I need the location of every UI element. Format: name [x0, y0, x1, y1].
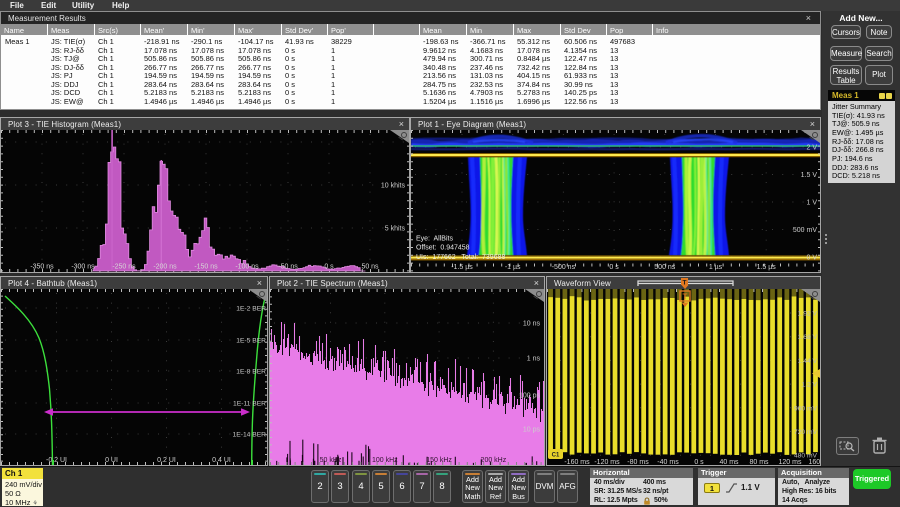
svg-text:1 V: 1 V [806, 200, 817, 207]
svg-text:-300 ns: -300 ns [71, 264, 95, 271]
svg-text:0 s: 0 s [609, 264, 619, 271]
svg-text:1.2 V: 1.2 V [801, 382, 817, 389]
svg-text:1E-11 BER: 1E-11 BER [233, 401, 266, 408]
svg-text:0.4 UI: 0.4 UI [212, 457, 231, 464]
svg-text:50 kHz: 50 kHz [320, 457, 342, 464]
svg-text:10 ns: 10 ns [523, 321, 541, 328]
svg-text:80 ms: 80 ms [749, 459, 769, 465]
svg-text:-200 ns: -200 ns [153, 264, 177, 271]
svg-text:-1.5 µs: -1.5 µs [451, 264, 473, 271]
svg-text:UIs: 177662 Total: 739688: UIs: 177662 Total: 739688 [416, 254, 505, 261]
svg-text:-1 µs: -1 µs [505, 264, 521, 271]
svg-text:720 mV: 720 mV [794, 429, 818, 436]
svg-text:150 kHz: 150 kHz [426, 457, 452, 464]
svg-text:500 ns: 500 ns [654, 264, 676, 271]
svg-text:0 s: 0 s [324, 264, 334, 271]
svg-text:-160 ms: -160 ms [564, 459, 590, 465]
svg-text:-500 ns: -500 ns [552, 264, 576, 271]
svg-text:0 s: 0 s [694, 459, 704, 465]
svg-text:1.44 V: 1.44 V [798, 358, 818, 365]
svg-text:1.92 V: 1.92 V [798, 311, 818, 318]
svg-text:-0.2 UI: -0.2 UI [46, 457, 67, 464]
svg-text:0 UI: 0 UI [105, 457, 118, 464]
svg-text:T: T [683, 293, 688, 302]
svg-text:40 ms: 40 ms [719, 459, 739, 465]
svg-text:-100 ns: -100 ns [235, 264, 259, 271]
svg-text:120 ms: 120 ms [779, 459, 802, 465]
svg-text:Eye: AllBits: Eye: AllBits [416, 236, 453, 243]
svg-text:-350 ns: -350 ns [30, 264, 54, 271]
svg-text:160 ms: 160 ms [809, 459, 820, 465]
svg-text:1.5 µs: 1.5 µs [757, 264, 777, 271]
svg-text:1 µs: 1 µs [709, 264, 723, 271]
svg-text:200 kHz: 200 kHz [481, 457, 507, 464]
svg-text:100 ps: 100 ps [519, 393, 541, 400]
svg-text:1E-2 BER: 1E-2 BER [236, 306, 266, 313]
svg-text:1E-14 BER: 1E-14 BER [233, 432, 267, 439]
svg-text:50 ns: 50 ns [361, 264, 379, 271]
svg-text:0.2 UI: 0.2 UI [157, 457, 176, 464]
svg-text:-50 ns: -50 ns [278, 264, 298, 271]
svg-text:10 ps: 10 ps [523, 427, 541, 434]
svg-text:2 V: 2 V [806, 145, 817, 152]
svg-text:5 khits: 5 khits [385, 226, 406, 233]
svg-text:10 khits: 10 khits [381, 183, 406, 190]
svg-text:1.68 V: 1.68 V [798, 334, 818, 341]
svg-text:C1: C1 [552, 453, 560, 459]
svg-text:1.5 V: 1.5 V [801, 172, 818, 179]
svg-text:-40 ms: -40 ms [657, 459, 679, 465]
svg-text:960 mV: 960 mV [794, 405, 818, 412]
svg-text:1E-5 BER: 1E-5 BER [236, 338, 266, 345]
svg-text:-250 ns: -250 ns [112, 264, 136, 271]
svg-text:500 mV: 500 mV [793, 227, 817, 234]
svg-text:100 kHz: 100 kHz [372, 457, 398, 464]
svg-text:Offset: 0.947458: Offset: 0.947458 [416, 245, 470, 252]
svg-text:-150 ns: -150 ns [194, 264, 218, 271]
svg-text:0 V: 0 V [806, 255, 817, 262]
svg-text:-120 ms: -120 ms [594, 459, 620, 465]
svg-text:1 ns: 1 ns [527, 356, 541, 363]
svg-text:1E-8 BER: 1E-8 BER [236, 369, 266, 376]
svg-text:-80 ms: -80 ms [627, 459, 649, 465]
svg-text:T: T [683, 280, 687, 287]
